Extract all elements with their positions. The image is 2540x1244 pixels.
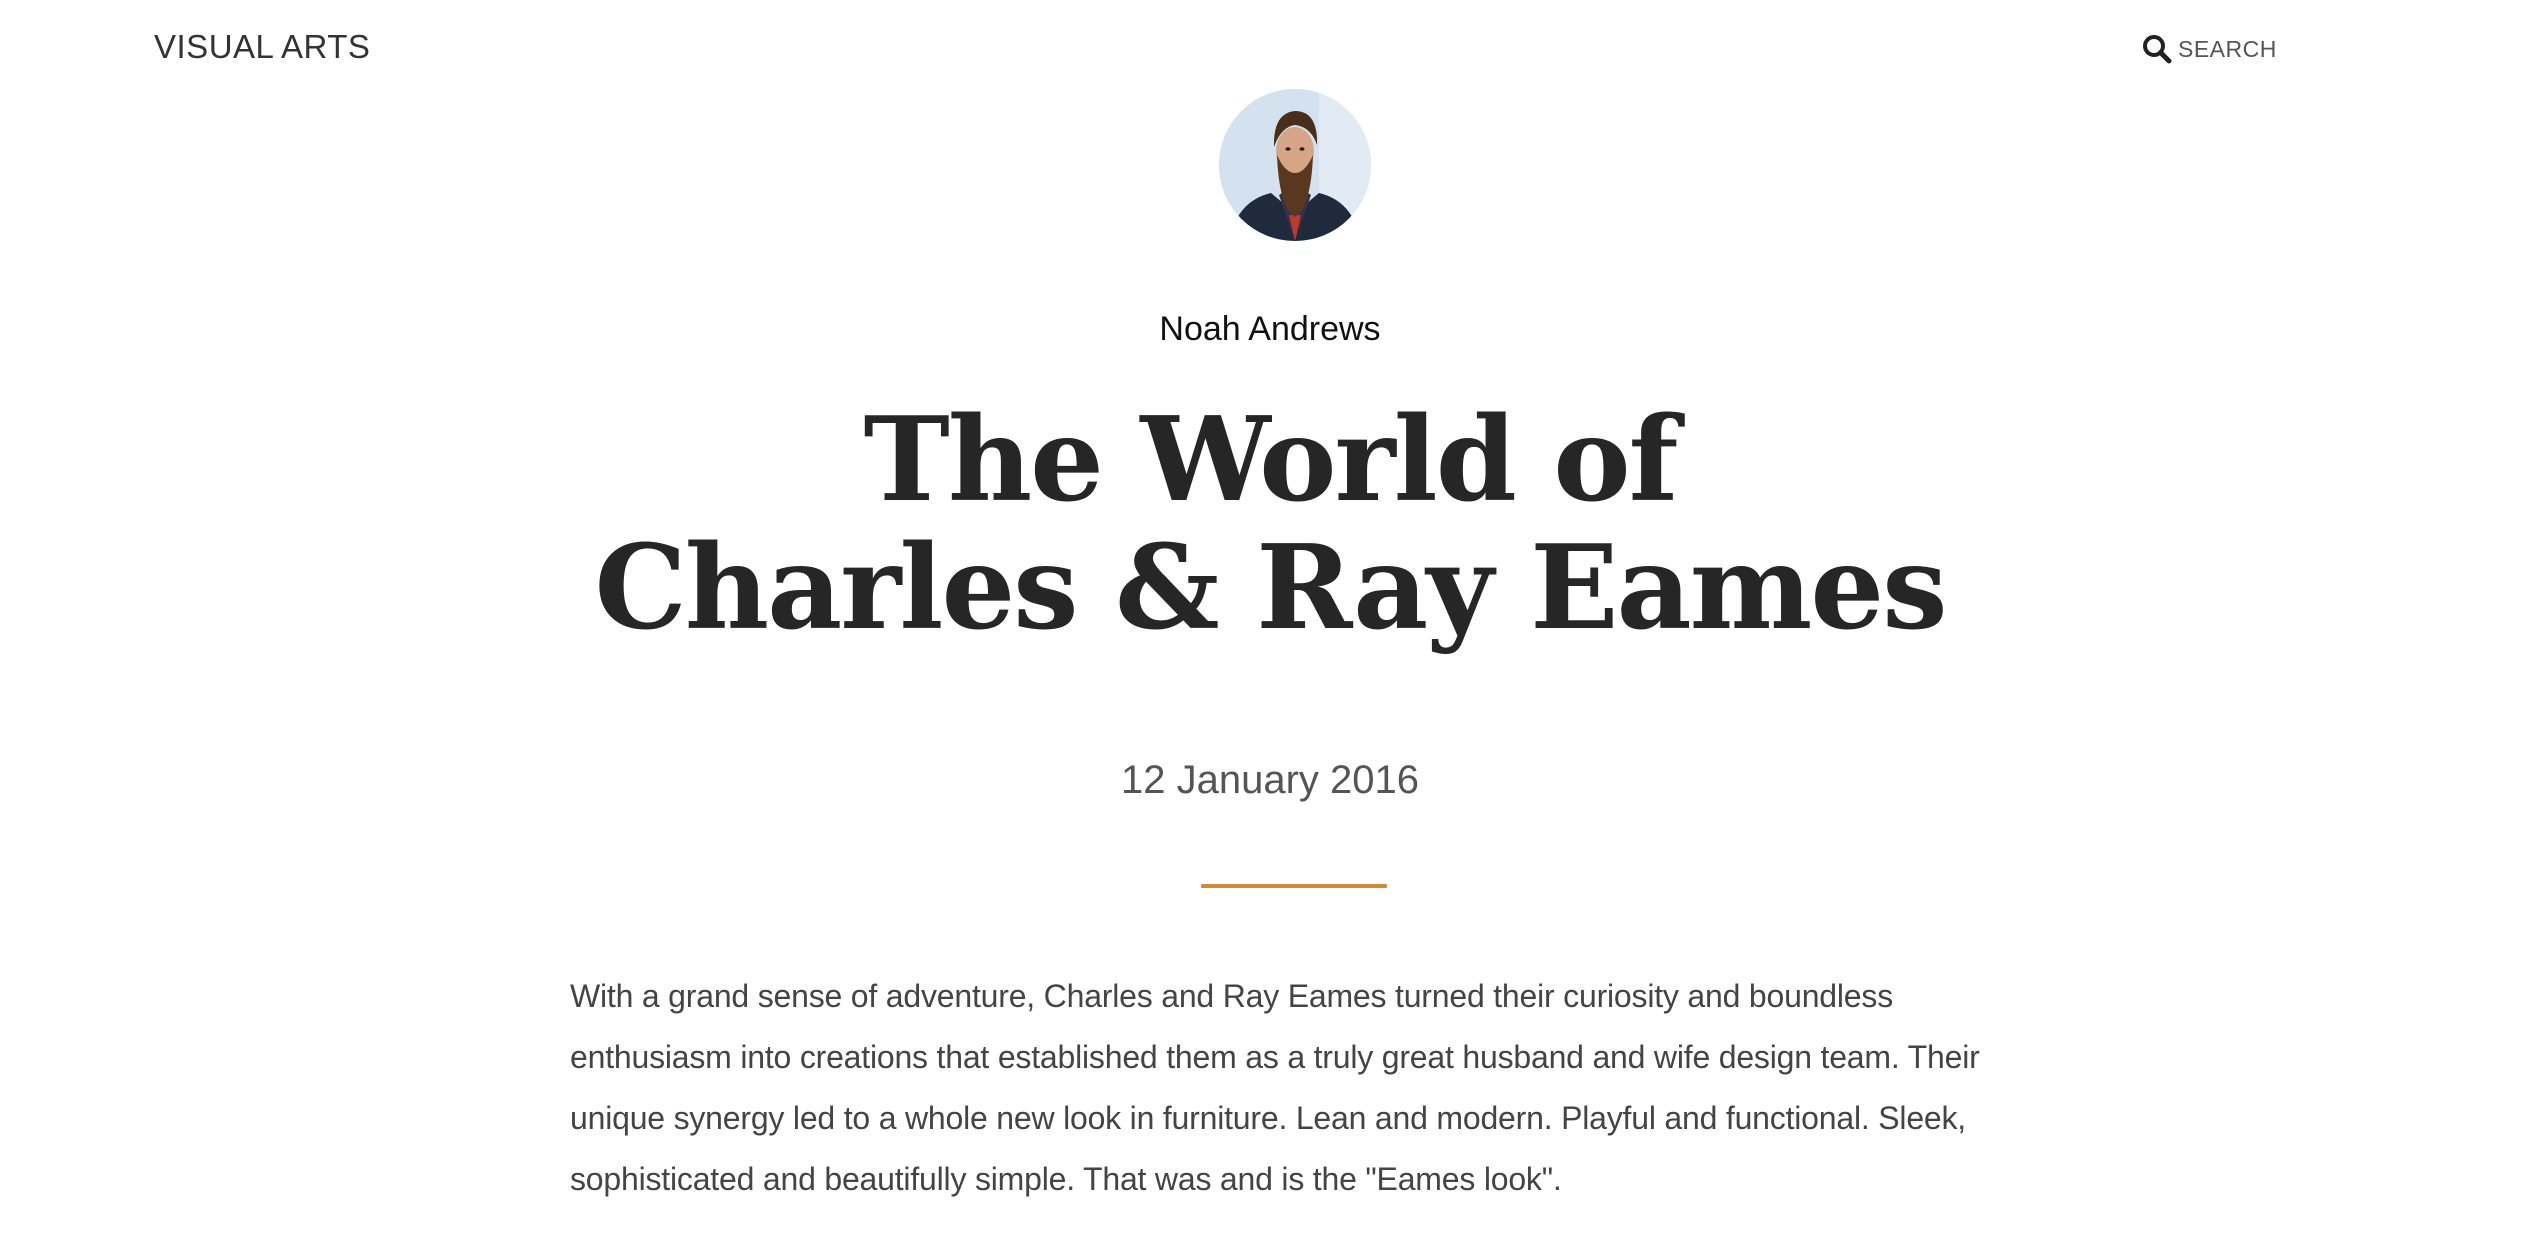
article-title: The World of Charles & Ray Eames: [0, 396, 2540, 652]
site-header: VISUAL ARTS SEARCH: [0, 0, 2540, 90]
title-divider: [1201, 884, 1387, 888]
publish-date: 12 January 2016: [1120, 758, 1419, 802]
site-logo-link[interactable]: VISUAL ARTS: [154, 24, 370, 69]
search-icon: [2142, 34, 2172, 64]
search-label: SEARCH: [2178, 35, 2277, 62]
article-title-line-1: The World of: [863, 392, 1679, 528]
article-body-paragraph: With a grand sense of adventure, Charles…: [570, 978, 1980, 1197]
author-avatar[interactable]: [1219, 89, 1371, 241]
article-title-line-2: Charles & Ray Eames: [594, 520, 1947, 656]
author-name-link[interactable]: Noah Andrews: [0, 305, 2540, 353]
search-button[interactable]: SEARCH: [2142, 31, 2277, 67]
